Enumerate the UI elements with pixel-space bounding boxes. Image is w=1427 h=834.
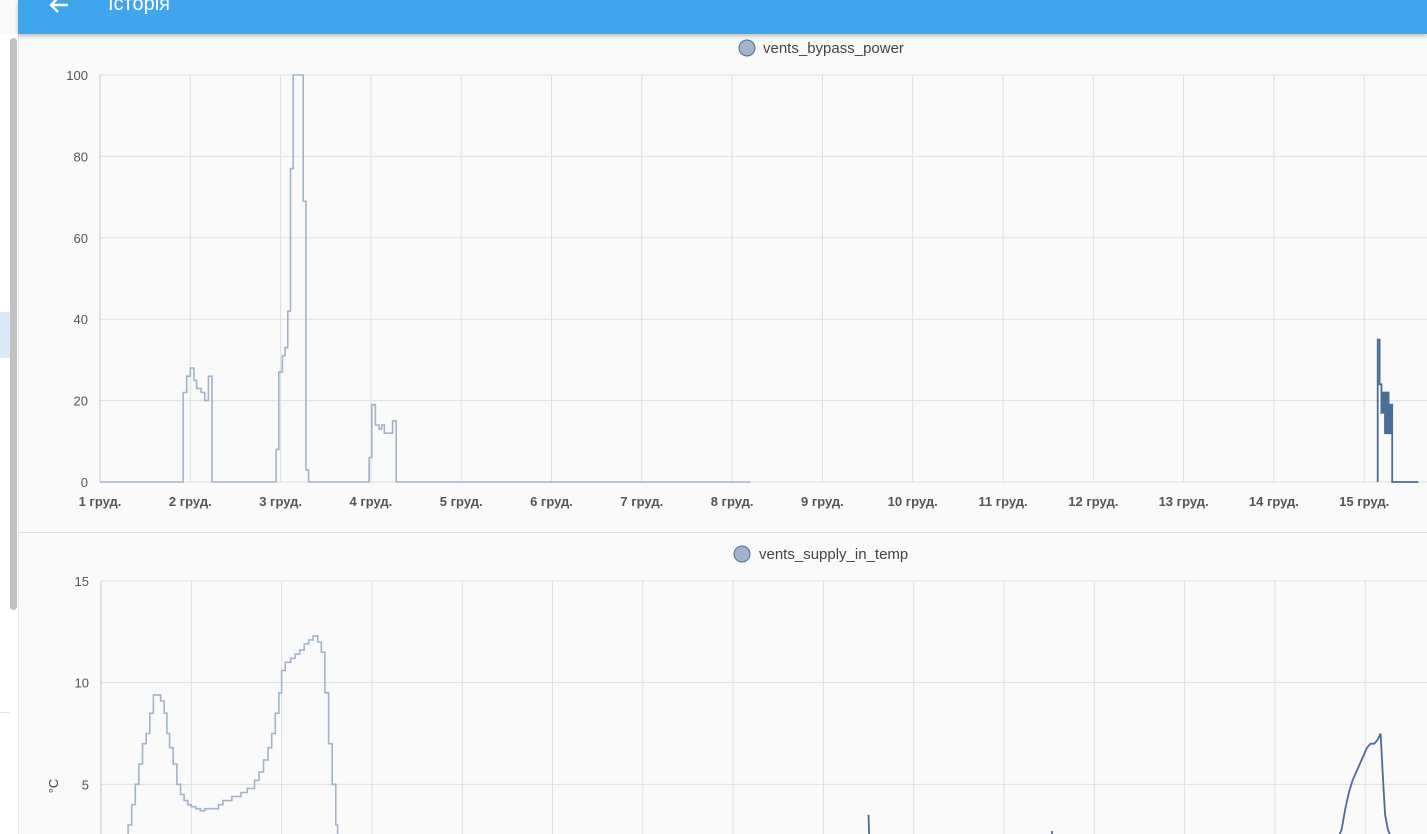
x-tick-label: 15 груд. [1339, 494, 1389, 509]
x-tick-label: 8 груд. [711, 494, 754, 509]
y-tick-label: 0 [81, 475, 88, 490]
x-tick-label: 11 груд. [978, 494, 1027, 509]
x-tick-label: 13 груд. [1159, 494, 1209, 509]
series-line-recent [867, 814, 871, 834]
plot-area[interactable] [101, 635, 1392, 834]
x-tick-label: 1 груд. [79, 494, 122, 509]
series-line-recent [1376, 338, 1419, 483]
y-tick-label: 60 [74, 231, 88, 246]
x-tick-label: 3 груд. [259, 494, 302, 509]
x-tick-label: 5 груд. [440, 494, 483, 509]
back-button[interactable] [44, 0, 74, 20]
x-tick-label: 10 груд. [888, 494, 938, 509]
y-axis: 0 20 40 60 80 100 [66, 68, 88, 490]
app-toolbar: Історія [18, 0, 1427, 34]
legend-swatch [738, 39, 756, 57]
y-tick-label: 20 [74, 394, 88, 409]
y-tick-label: 15 [75, 574, 89, 589]
sidebar-selected-item[interactable] [0, 312, 10, 358]
series-line-recent [1338, 733, 1391, 834]
x-axis: 1 груд. 2 груд. 3 груд. 4 груд. 5 груд. 6 гру… [79, 494, 1390, 509]
chart-legend[interactable]: vents_supply_in_temp [733, 545, 908, 563]
x-tick-label: 14 груд. [1249, 494, 1299, 509]
legend-label: vents_supply_in_temp [759, 546, 908, 563]
arrow-left-icon [49, 0, 68, 13]
supply-in-temp-chart: vents_supply_in_temp 5 10 15 °C [46, 545, 1427, 834]
bypass-power-chart: vents_bypass_power 0 20 40 60 80 100 1 груд. 2… [66, 39, 1427, 509]
scrollbar[interactable] [10, 38, 17, 610]
series-line-history [127, 635, 339, 834]
legend-swatch [733, 545, 751, 563]
y-tick-label: 80 [74, 149, 88, 164]
chart-grid [99, 74, 1427, 483]
y-axis: 5 10 15 [75, 574, 89, 792]
chart-grid [100, 580, 1427, 834]
x-tick-label: 4 груд. [350, 494, 393, 509]
x-tick-label: 9 груд. [801, 494, 844, 509]
y-tick-label: 10 [75, 676, 89, 691]
x-tick-label: 6 груд. [530, 494, 573, 509]
y-axis-label: °C [46, 779, 61, 794]
y-tick-label: 100 [66, 68, 88, 83]
y-tick-label: 40 [74, 312, 88, 327]
x-tick-label: 7 груд. [620, 494, 663, 509]
chart-divider [18, 532, 1427, 533]
series-line-history [100, 74, 751, 483]
chart-legend[interactable]: vents_bypass_power [738, 39, 904, 57]
legend-label: vents_bypass_power [763, 40, 904, 57]
sidebar-divider [0, 712, 10, 713]
y-tick-label: 5 [82, 777, 89, 792]
x-tick-label: 12 груд. [1068, 494, 1118, 509]
x-tick-label: 2 груд. [169, 494, 212, 509]
plot-area[interactable] [100, 74, 1419, 483]
page-title: Історія [108, 0, 171, 15]
